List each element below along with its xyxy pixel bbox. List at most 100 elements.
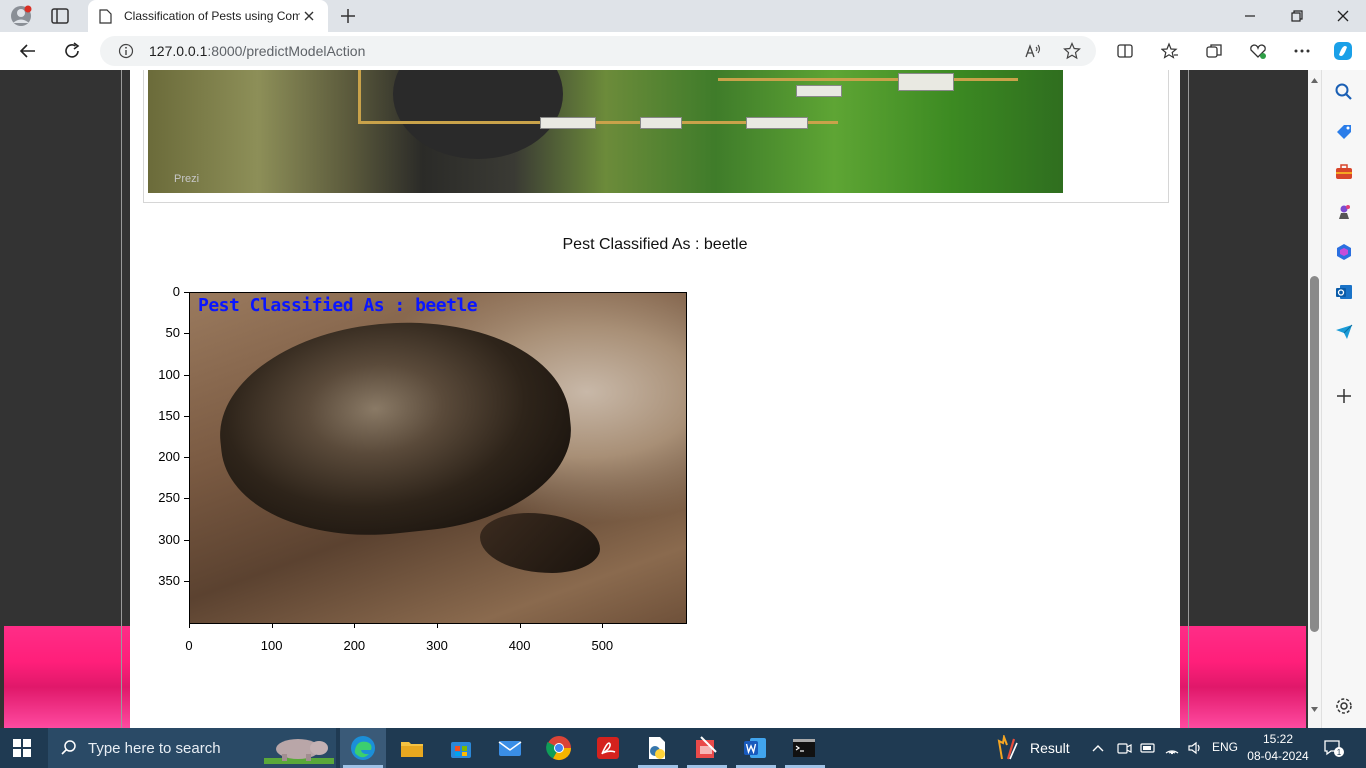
word-icon[interactable] [741, 734, 769, 762]
favorites-icon[interactable] [1161, 42, 1179, 60]
snipping-tool-icon[interactable] [692, 734, 720, 762]
wifi-icon[interactable] [1164, 740, 1180, 756]
y-tick-mark [184, 415, 189, 417]
y-tick-mark [184, 539, 189, 541]
classified-pest-image: Pest Classified As : beetle [189, 292, 687, 624]
scroll-up-arrow-icon[interactable] [1310, 76, 1319, 84]
content-panel: Prezi Pest Classified As : beetle Pest C… [130, 70, 1180, 728]
close-tab-icon[interactable] [302, 9, 316, 23]
site-info-icon[interactable] [118, 43, 134, 59]
result-widget-icon[interactable] [996, 735, 1020, 761]
browser-essentials-icon[interactable] [1249, 42, 1267, 60]
url-field[interactable]: 127.0.0.1:8000/predictModelAction [100, 36, 1096, 66]
microsoft-store-icon[interactable] [447, 734, 475, 762]
y-tick-mark [184, 333, 189, 335]
command-prompt-icon[interactable] [790, 734, 818, 762]
x-tick-label: 100 [260, 638, 283, 653]
add-sidebar-app-icon[interactable] [1334, 386, 1354, 406]
pink-decoration-right [1180, 626, 1306, 728]
acrobat-reader-icon[interactable] [594, 734, 622, 762]
image-box [796, 85, 842, 97]
x-tick-mark [519, 623, 521, 628]
tab-active[interactable]: Classification of Pests using Com [88, 0, 328, 32]
send-icon[interactable] [1334, 322, 1354, 342]
beetle-head-shape [480, 513, 600, 573]
search-placeholder: Type here to search [88, 740, 221, 757]
tools-icon[interactable] [1334, 162, 1354, 182]
y-tick-label: 350 [158, 572, 180, 588]
image-watermark: Prezi [174, 173, 200, 185]
clock-date: 08-04-2024 [1247, 749, 1309, 763]
minimize-icon[interactable] [1242, 8, 1258, 24]
browser-tab-bar: Classification of Pests using Com [0, 0, 1366, 32]
restore-icon[interactable] [1289, 8, 1305, 24]
page-scrollbar[interactable] [1308, 70, 1321, 728]
battery-icon[interactable] [1140, 740, 1156, 756]
classification-result-text: Pest Classified As : beetle [562, 236, 748, 253]
chrome-icon[interactable] [545, 734, 573, 762]
pink-decoration-left [4, 626, 130, 728]
language-indicator[interactable]: ENG [1212, 740, 1238, 754]
x-tick-label: 300 [426, 638, 448, 653]
read-aloud-icon[interactable] [1024, 42, 1042, 60]
y-tick-mark [184, 374, 189, 376]
tab-title: Classification of Pests using Com [124, 9, 300, 23]
y-tick-label: 50 [165, 325, 180, 341]
copilot-icon[interactable] [1331, 39, 1355, 63]
y-tick-label: 150 [158, 407, 180, 423]
edge-browser-icon[interactable] [349, 734, 377, 762]
refresh-icon[interactable] [62, 41, 82, 61]
svg-text:1: 1 [1337, 748, 1342, 757]
back-arrow-icon[interactable] [18, 41, 38, 61]
y-tick-label: 0 [172, 284, 180, 299]
y-tick-mark [184, 580, 189, 582]
x-tick-label: 400 [508, 638, 531, 653]
page-viewport: Prezi Pest Classified As : beetle Pest C… [0, 70, 1308, 728]
hippo-illustration-icon [264, 739, 334, 764]
divider-line-left [121, 70, 122, 728]
microsoft-365-icon[interactable] [1334, 242, 1354, 262]
new-tab-icon[interactable] [338, 7, 358, 25]
notification-center-icon[interactable]: 1 [1323, 738, 1345, 758]
search-icon [61, 740, 76, 755]
games-icon[interactable] [1334, 202, 1354, 222]
x-tick-mark [602, 623, 604, 628]
shopping-tag-icon[interactable] [1334, 122, 1354, 142]
mail-icon[interactable] [496, 734, 524, 762]
scroll-down-arrow-icon[interactable] [1310, 706, 1319, 714]
x-tick-mark [271, 623, 273, 628]
sidebar-settings-gear-icon[interactable] [1334, 696, 1354, 716]
image-line [358, 70, 361, 124]
file-explorer-icon[interactable] [398, 734, 426, 762]
outlook-icon[interactable] [1334, 282, 1354, 302]
windows-taskbar: Type here to search Result ENG 15:22 08-… [0, 728, 1366, 768]
y-tick-mark [184, 292, 189, 293]
search-icon[interactable] [1334, 82, 1354, 102]
close-window-icon[interactable] [1335, 8, 1351, 24]
windows-start-icon[interactable] [12, 738, 32, 758]
taskbar-search-box[interactable]: Type here to search [48, 728, 336, 768]
divider-line-right [1188, 70, 1189, 728]
url-path: :8000/predictModelAction [207, 43, 366, 59]
show-hidden-icons-chevron-icon[interactable] [1090, 740, 1106, 756]
favorite-star-icon[interactable] [1063, 42, 1081, 60]
clock-time: 15:22 [1262, 732, 1294, 746]
split-screen-icon[interactable] [1116, 42, 1134, 60]
volume-icon[interactable] [1187, 740, 1203, 756]
more-options-icon[interactable] [1293, 42, 1311, 60]
collections-icon[interactable] [1205, 42, 1223, 60]
y-tick-label: 300 [158, 531, 180, 547]
image-line [718, 78, 1018, 81]
url-text: 127.0.0.1:8000/predictModelAction [149, 43, 365, 59]
widget-label[interactable]: Result [1030, 740, 1070, 756]
y-tick-mark [184, 498, 189, 500]
uploaded-image-frame: Prezi [143, 70, 1169, 203]
x-tick-mark [437, 623, 438, 628]
profile-avatar-icon[interactable] [10, 5, 32, 27]
scrollbar-thumb[interactable] [1310, 276, 1319, 632]
clock[interactable]: 15:22 08-04-2024 [1246, 731, 1310, 765]
image-box [746, 117, 808, 129]
camera-icon[interactable] [1116, 740, 1132, 756]
python-file-icon[interactable] [643, 734, 671, 762]
tab-actions-icon[interactable] [50, 7, 70, 25]
